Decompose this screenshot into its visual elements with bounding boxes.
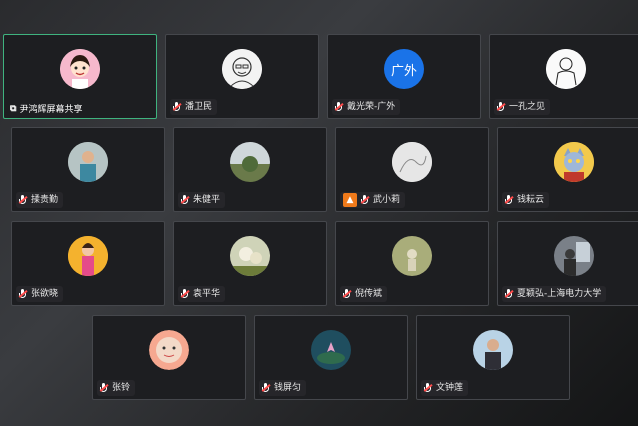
nameplate: 钱耘云 [502,192,550,208]
portrait-photo-icon [473,330,513,370]
participant-name: 揉贵勤 [31,195,59,205]
mic-muted-icon [360,195,370,205]
participant-name: 朱健平 [193,195,221,205]
participant-tile[interactable]: 广外 戴光荣-广外 [327,34,481,119]
outdoor-photo-icon [392,236,432,276]
mic-muted-icon [334,102,344,112]
participant-tile[interactable]: 张铃 [92,315,246,400]
nameplate: 夏颖弘-上海电力大学 [502,286,607,302]
mic-muted-icon [504,289,514,299]
participant-tile[interactable]: 揉贵勤 [11,127,165,212]
text-avatar: 广外 [384,49,424,89]
participant-name: 一孔之见 [509,102,546,112]
screen-share-indicator: ⧉ 尹鸿辉屏幕共享 [10,102,83,116]
mic-muted-icon [18,289,28,299]
nameplate: 倪传斌 [340,286,388,302]
participant-name: 尹鸿辉屏幕共享 [19,105,83,115]
mic-muted-icon [504,195,514,205]
lotus-photo-icon [311,330,351,370]
participant-name: 张铃 [112,383,131,393]
nameplate: 揉贵勤 [16,192,64,208]
room-photo-icon [554,236,594,276]
nameplate: ▲ 武小莉 [340,192,406,208]
nameplate: 袁平华 [178,286,226,302]
line-drawing-icon [546,49,586,89]
nameplate: 钱屏匀 [259,380,307,396]
cartoon-face-icon [149,330,189,370]
participant-tile[interactable]: 朱健平 [173,127,327,212]
participant-name: 袁平华 [193,289,221,299]
participant-tile[interactable]: 一孔之见 [489,34,638,119]
sketch-portrait-icon [222,49,262,89]
nameplate: 文钟莲 [421,380,469,396]
person-icon: ▲ [343,193,357,207]
participant-tile[interactable]: 文钟莲 [416,315,570,400]
participant-name: 戴光荣-广外 [347,102,396,112]
participant-name: 夏颖弘-上海电力大学 [517,289,602,299]
participant-tile[interactable]: 钱耘云 [497,127,638,212]
mic-muted-icon [99,383,109,393]
participant-tile[interactable]: ⧉ 尹鸿辉屏幕共享 [3,34,157,119]
share-icon: ⧉ [10,103,17,114]
participant-name: 钱屏匀 [274,383,302,393]
nameplate: 一孔之见 [494,99,551,115]
nameplate: 戴光荣-广外 [332,99,401,115]
participant-name: 潘卫民 [185,102,213,112]
participant-name: 文钟莲 [436,383,464,393]
participant-tile[interactable]: ▲ 武小莉 [335,127,489,212]
participant-name: 张欲晓 [31,289,59,299]
participant-tile[interactable]: 袁平华 [173,221,327,306]
meeting-gallery: ⧉ 尹鸿辉屏幕共享 潘卫民 广外 戴光荣-广外 一孔之见 揉贵勤 朱健平 ▲ 武… [0,0,638,426]
mic-muted-icon [496,102,506,112]
participant-tile[interactable]: 夏颖弘-上海电力大学 [497,221,638,306]
person-photo-icon [68,142,108,182]
cartoon-cat-icon [554,142,594,182]
person-illustration-icon [60,49,100,89]
mic-muted-icon [342,289,352,299]
flower-photo-icon [230,236,270,276]
pencil-sketch-icon [392,142,432,182]
nameplate: 张欲晓 [16,286,64,302]
participant-tile[interactable]: 钱屏匀 [254,315,408,400]
mic-muted-icon [180,289,190,299]
woman-photo-icon [68,236,108,276]
participant-tile[interactable]: 潘卫民 [165,34,319,119]
nameplate: 潘卫民 [170,99,218,115]
landscape-photo-icon [230,142,270,182]
nameplate: 朱健平 [178,192,226,208]
mic-muted-icon [423,383,433,393]
mic-muted-icon [261,383,271,393]
participant-name: 武小莉 [373,195,401,205]
nameplate: 张铃 [97,380,136,396]
mic-muted-icon [180,195,190,205]
mic-muted-icon [172,102,182,112]
participant-name: 倪传斌 [355,289,383,299]
mic-muted-icon [18,195,28,205]
participant-name: 钱耘云 [517,195,545,205]
participant-tile[interactable]: 张欲晓 [11,221,165,306]
participant-tile[interactable]: 倪传斌 [335,221,489,306]
